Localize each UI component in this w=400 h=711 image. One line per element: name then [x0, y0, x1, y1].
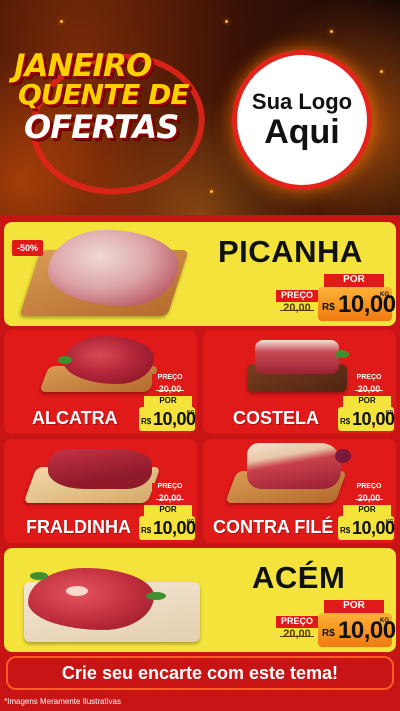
new-price-tag: R$ 10,00 KG	[318, 287, 396, 321]
new-price-label: POR	[343, 505, 391, 516]
cta-button[interactable]: Crie seu encarte com este tema!	[6, 656, 394, 690]
product-name: ACÉM	[252, 560, 346, 595]
new-price-label: POR	[324, 600, 384, 613]
new-price-tag: R$ 10,00 KG	[139, 407, 196, 431]
currency-symbol: R$	[322, 628, 335, 639]
logo-text-line-1: Sua Logo	[251, 89, 353, 115]
currency-symbol: R$	[141, 526, 152, 535]
strikethrough	[280, 310, 314, 311]
fat-marbling	[66, 586, 88, 596]
new-price-label: POR	[343, 396, 391, 407]
new-price-tag: R$ 10,00 KG	[338, 516, 395, 540]
new-price-tag: R$ 10,00 KG	[139, 516, 196, 540]
currency-symbol: R$	[141, 417, 152, 426]
old-price-label: PREÇO	[152, 483, 188, 493]
old-price-label: PREÇO	[276, 616, 318, 628]
old-price-label: PREÇO	[152, 374, 188, 384]
strikethrough	[156, 499, 184, 500]
title-line-2: QUENTE DE	[18, 78, 189, 111]
discount-badge: -50%	[12, 240, 44, 256]
unit-label: KG	[380, 292, 389, 298]
unit-label: KG	[187, 410, 195, 416]
unit-label: KG	[187, 519, 195, 525]
meat-image	[48, 230, 178, 306]
new-price-label: POR	[324, 274, 384, 287]
onion-garnish	[335, 449, 351, 463]
product-card-contra-file[interactable]: CONTRA FILÉ PREÇO 20,00 POR R$ 10,00 KG	[203, 439, 396, 543]
new-price-label: POR	[144, 396, 192, 407]
product-card-alcatra[interactable]: ALCATRA PREÇO 20,00 POR R$ 10,00 KG	[4, 330, 197, 434]
strikethrough	[355, 390, 383, 391]
herb-garnish	[58, 356, 72, 364]
herb-garnish	[335, 350, 349, 358]
strikethrough	[280, 636, 314, 637]
herb-garnish	[30, 572, 48, 580]
cta-label: Crie seu encarte com este tema!	[61, 662, 339, 683]
unit-label: KG	[380, 618, 389, 624]
old-price-label: PREÇO	[351, 483, 387, 493]
strikethrough	[355, 499, 383, 500]
logo-text-line-2: Aqui	[264, 113, 340, 152]
spark	[60, 20, 63, 23]
currency-symbol: R$	[340, 526, 351, 535]
herb-garnish	[146, 592, 166, 600]
product-name: CONTRA FILÉ	[213, 517, 334, 537]
strikethrough	[156, 390, 184, 391]
spark	[225, 20, 228, 23]
spark	[330, 30, 333, 33]
logo-placeholder[interactable]: Sua Logo Aqui	[232, 50, 372, 190]
product-name: FRALDINHA	[26, 517, 131, 537]
unit-label: KG	[386, 410, 394, 416]
product-name: COSTELA	[233, 408, 320, 428]
product-card-costela[interactable]: COSTELA PREÇO 20,00 POR R$ 10,00 KG	[203, 330, 396, 434]
product-name: ALCATRA	[32, 408, 118, 428]
old-price-label: PREÇO	[276, 290, 318, 302]
campaign-title: JANEIRO QUENTE DE OFERTAS	[14, 42, 214, 206]
meat-image	[64, 336, 154, 384]
spark	[210, 190, 213, 193]
flyer: JANEIRO QUENTE DE OFERTAS Sua Logo Aqui …	[0, 0, 400, 711]
new-price-tag: R$ 10,00 KG	[318, 613, 396, 647]
product-card-fraldinha[interactable]: FRALDINHA PREÇO 20,00 POR R$ 10,00 KG	[4, 439, 197, 543]
new-price-label: POR	[144, 505, 192, 516]
product-name: PICANHA	[218, 234, 363, 269]
product-card-acem[interactable]: ACÉM PREÇO 20,00 POR R$ 10,00 KG	[4, 548, 396, 652]
meat-image	[247, 443, 341, 489]
new-price-tag: R$ 10,00 KG	[338, 407, 395, 431]
old-price-label: PREÇO	[351, 374, 387, 384]
product-card-picanha[interactable]: -50% PICANHA PREÇO 20,00 POR R$ 10,00 KG	[4, 222, 396, 326]
unit-label: KG	[386, 519, 394, 525]
currency-symbol: R$	[340, 417, 351, 426]
title-line-3: OFERTAS	[24, 108, 179, 146]
meat-image	[255, 340, 339, 374]
spark	[380, 70, 383, 73]
meat-image	[48, 449, 152, 489]
currency-symbol: R$	[322, 302, 335, 313]
footnote: *Imagens Meramente Ilustrativas	[4, 697, 121, 706]
